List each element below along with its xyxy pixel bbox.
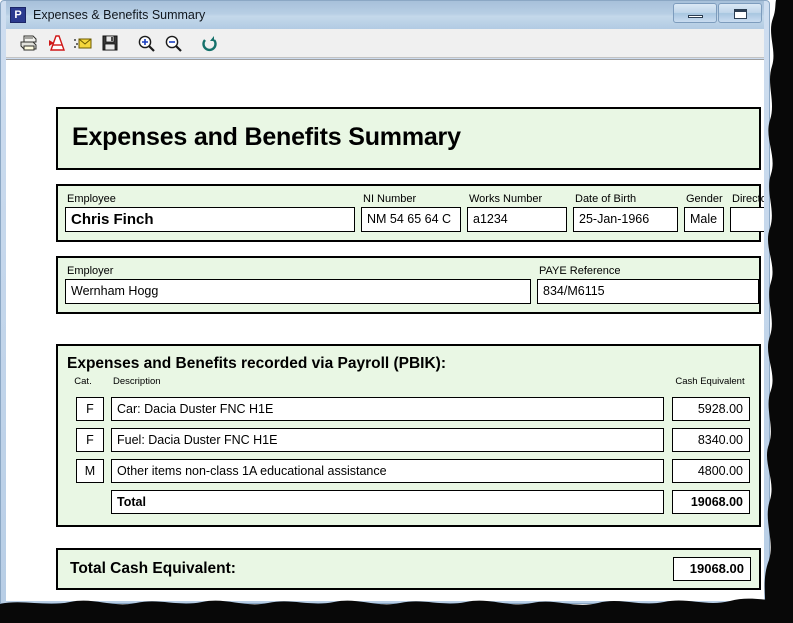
- date-of-birth-value[interactable]: 25-Jan-1966: [573, 207, 678, 232]
- export-pdf-icon: [48, 34, 65, 51]
- email-button[interactable]: [70, 31, 96, 55]
- table-row: F Fuel: Dacia Duster FNC H1E 8340.00: [76, 428, 750, 452]
- pbik-column-headers: Cat. Description Cash Equivalent: [67, 376, 750, 388]
- row-category[interactable]: M: [76, 459, 104, 483]
- minimize-icon: [688, 15, 703, 18]
- director-value[interactable]: [730, 207, 764, 232]
- employer-label: Employer: [67, 265, 114, 277]
- window-controls: [672, 3, 762, 23]
- maximize-button[interactable]: [718, 3, 762, 23]
- works-number-value[interactable]: a1234: [467, 207, 567, 232]
- employee-value[interactable]: Chris Finch: [65, 207, 355, 232]
- employer-value[interactable]: Wernham Hogg: [65, 279, 531, 304]
- table-row: F Car: Dacia Duster FNC H1E 5928.00: [76, 397, 750, 421]
- field-ni-number: NI Number NM 54 65 64 C: [361, 192, 461, 232]
- application-window: P Expenses & Benefits Summary Expenses a…: [0, 0, 770, 604]
- pbik-section: Expenses and Benefits recorded via Payro…: [56, 344, 761, 527]
- minimize-button[interactable]: [673, 3, 717, 23]
- zoom-out-icon: [165, 35, 182, 52]
- toolbar: [6, 29, 764, 58]
- table-row: M Other items non-class 1A educational as…: [76, 459, 750, 483]
- grand-total-section: Total Cash Equivalent: 19068.00: [56, 548, 761, 590]
- row-category[interactable]: F: [76, 428, 104, 452]
- print-button[interactable]: [16, 31, 42, 55]
- field-employer: Employer Wernham Hogg: [65, 264, 531, 304]
- column-header-description: Description: [113, 376, 161, 387]
- date-of-birth-label: Date of Birth: [575, 193, 637, 205]
- row-description[interactable]: Other items non-class 1A educational ass…: [111, 459, 664, 483]
- column-header-cat: Cat.: [74, 376, 92, 387]
- employer-section: Employer Wernham Hogg PAYE Reference 834…: [56, 256, 761, 314]
- row-category[interactable]: F: [76, 397, 104, 421]
- grand-total-label: Total Cash Equivalent:: [70, 560, 236, 577]
- paye-reference-label: PAYE Reference: [539, 265, 621, 277]
- row-description[interactable]: Fuel: Dacia Duster FNC H1E: [111, 428, 664, 452]
- row-description[interactable]: Car: Dacia Duster FNC H1E: [111, 397, 664, 421]
- total-row-label: Total: [111, 490, 664, 514]
- email-icon: [74, 38, 92, 48]
- total-row-value: 19068.00: [672, 490, 750, 514]
- works-number-label: Works Number: [469, 193, 543, 205]
- ni-number-label: NI Number: [363, 193, 417, 205]
- director-label: Director: [732, 193, 764, 205]
- report-title: Expenses and Benefits Summary: [56, 107, 761, 170]
- gender-value[interactable]: Male: [684, 207, 724, 232]
- employee-section: Employee Chris Finch NI Number NM 54 65 …: [56, 184, 764, 242]
- table-total-row: Total 19068.00: [76, 490, 750, 514]
- refresh-icon: [201, 35, 217, 51]
- pbik-heading: Expenses and Benefits recorded via Payro…: [67, 355, 447, 372]
- save-icon: [102, 35, 118, 51]
- column-header-cash-equivalent: Cash Equivalent: [675, 376, 745, 387]
- report-page: Expenses and Benefits Summary Employee C…: [56, 107, 764, 590]
- export-pdf-button[interactable]: [43, 31, 69, 55]
- document-canvas: Expenses and Benefits Summary Employee C…: [6, 59, 764, 601]
- grand-total-value: 19068.00: [673, 557, 751, 581]
- zoom-out-button[interactable]: [160, 31, 186, 55]
- save-button[interactable]: [97, 31, 123, 55]
- row-cash-equivalent[interactable]: 5928.00: [672, 397, 750, 421]
- pbik-rows: F Car: Dacia Duster FNC H1E 5928.00 F Fuel: …: [67, 397, 750, 514]
- gender-label: Gender: [686, 193, 723, 205]
- field-employee: Employee Chris Finch: [65, 192, 355, 232]
- print-icon: [20, 35, 37, 50]
- zoom-in-button[interactable]: [133, 31, 159, 55]
- field-paye-reference: PAYE Reference 834/M6115: [537, 264, 759, 304]
- paye-reference-value[interactable]: 834/M6115: [537, 279, 759, 304]
- field-date-of-birth: Date of Birth 25-Jan-1966: [573, 192, 678, 232]
- zoom-in-icon: [138, 35, 155, 52]
- maximize-icon: [734, 9, 747, 19]
- ni-number-value[interactable]: NM 54 65 64 C: [361, 207, 461, 232]
- row-cash-equivalent[interactable]: 4800.00: [672, 459, 750, 483]
- refresh-button[interactable]: [196, 31, 222, 55]
- window-inner: P Expenses & Benefits Summary Expenses a…: [6, 1, 764, 601]
- field-gender: Gender Male: [684, 192, 724, 232]
- employee-label: Employee: [67, 193, 116, 205]
- window-title: Expenses & Benefits Summary: [33, 8, 206, 22]
- field-director: Director: [730, 192, 764, 232]
- app-icon: P: [10, 7, 26, 23]
- field-works-number: Works Number a1234: [467, 192, 567, 232]
- row-cash-equivalent[interactable]: 8340.00: [672, 428, 750, 452]
- title-bar[interactable]: P Expenses & Benefits Summary: [6, 1, 764, 29]
